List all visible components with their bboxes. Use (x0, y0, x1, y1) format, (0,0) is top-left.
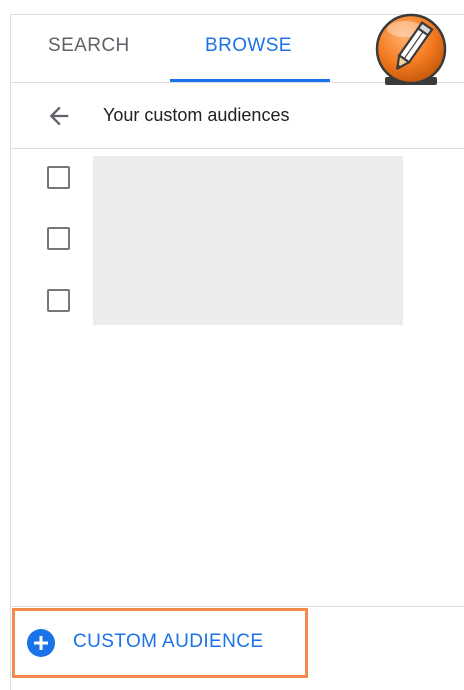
arrow-left-icon[interactable] (45, 102, 73, 130)
audience-checkbox-1[interactable] (47, 166, 70, 189)
audience-checkbox-3[interactable] (47, 289, 70, 312)
audience-list-placeholder (93, 156, 403, 325)
audience-checkbox-2[interactable] (47, 227, 70, 250)
footer-divider (11, 606, 464, 607)
add-button-label: CUSTOM AUDIENCE (73, 631, 264, 652)
add-custom-audience-button[interactable]: CUSTOM AUDIENCE (12, 608, 308, 678)
page-title: Your custom audiences (103, 105, 290, 125)
audience-panel: SEARCH BROWSE Your custom audiences CUST… (10, 13, 464, 690)
header-row: Your custom audiences (11, 83, 464, 149)
tab-browse[interactable]: BROWSE (205, 35, 292, 57)
plus-circle-icon (27, 629, 55, 657)
pencil-icon (375, 13, 447, 85)
tab-search[interactable]: SEARCH (48, 35, 130, 57)
active-tab-indicator (170, 79, 330, 82)
